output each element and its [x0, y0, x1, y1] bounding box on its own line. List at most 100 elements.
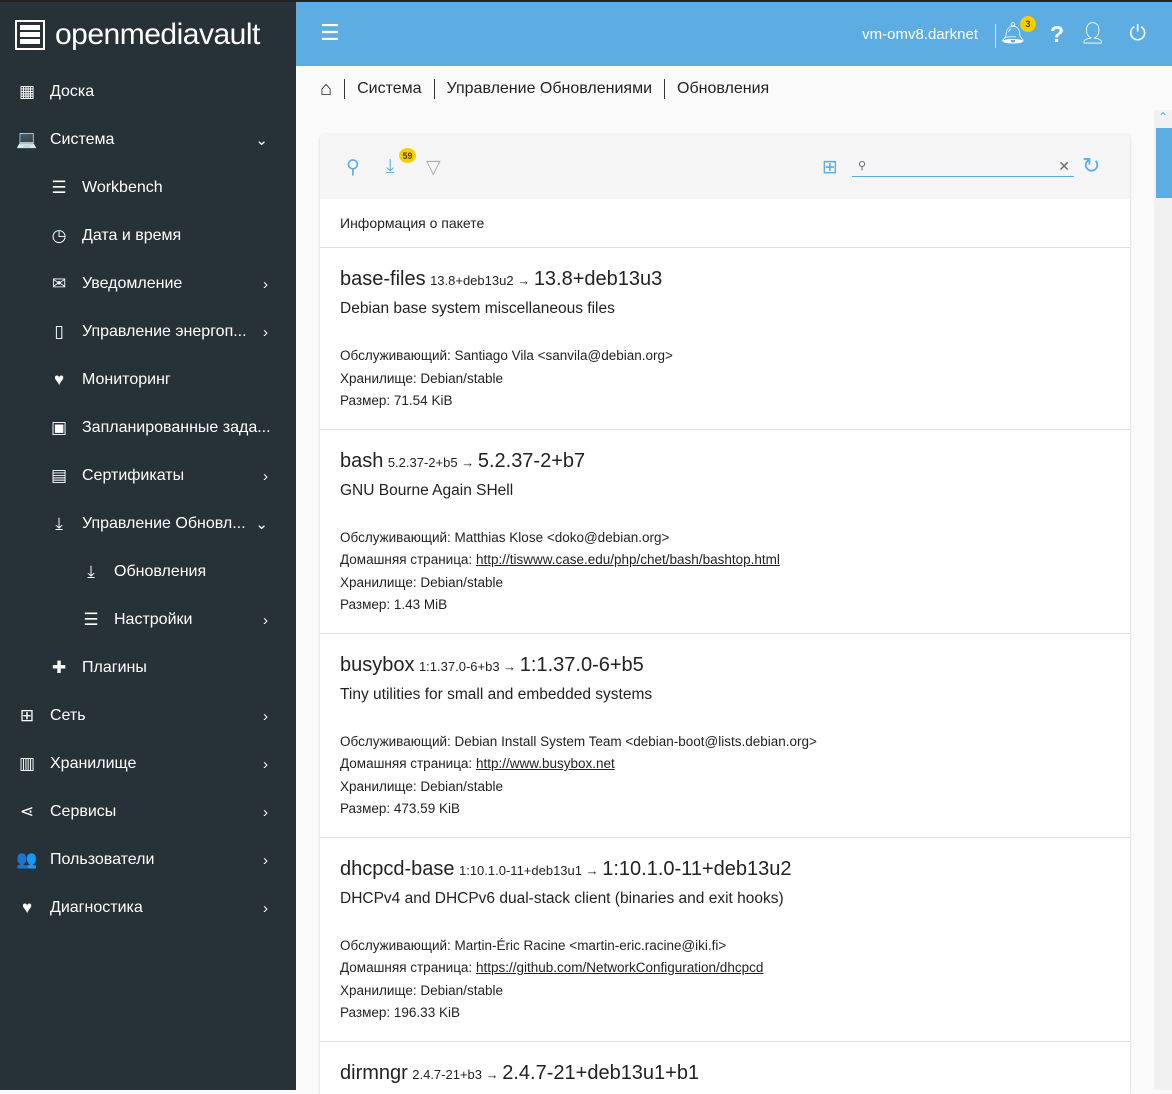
- sidebar-item[interactable]: ☰Настройки›: [0, 596, 296, 644]
- package-description: GNU Bourne Again SHell: [340, 482, 1110, 500]
- size-value: 1.43 MiB: [394, 597, 447, 612]
- homepage-link[interactable]: https://github.com/NetworkConfiguration/…: [476, 960, 763, 975]
- table-row: busybox 1:1.37.0-6+b3 → 1:1.37.0-6+b5 Tin…: [320, 634, 1130, 838]
- package-title: dhcpcd-base 1:10.1.0-11+deb13u1 → 1:10.1…: [340, 858, 1110, 881]
- repository-label: Хранилище:: [340, 371, 420, 386]
- maintainer-label: Обслуживающий:: [340, 938, 455, 953]
- laptop-icon: 💻: [16, 129, 38, 151]
- sidebar-item[interactable]: ▣ Запланированные зада...: [0, 404, 296, 452]
- chevron-right-icon: ›: [263, 756, 268, 773]
- old-version: 1:1.37.0-6+b3: [419, 659, 500, 674]
- home-icon[interactable]: ⌂: [320, 79, 344, 99]
- breadcrumb-item[interactable]: Система: [344, 79, 433, 99]
- sidebar-item[interactable]: ◷Дата и время: [0, 212, 296, 260]
- maintainer-row: Обслуживающий: Santiago Vila <sanvila@de…: [340, 345, 1110, 368]
- chevron-right-icon: ›: [263, 804, 268, 821]
- logo-text: openmediavault: [55, 18, 260, 52]
- homepage-link[interactable]: http://www.busybox.net: [476, 756, 615, 771]
- breadcrumb-item[interactable]: Управление Обновлениями: [434, 79, 664, 99]
- size-value: 71.54 KiB: [394, 393, 453, 408]
- size-row: Размер: 196.33 KiB: [340, 1002, 1110, 1025]
- breadcrumb: ⌂ Система Управление Обновлениями Обновл…: [320, 76, 781, 102]
- repository-row: Хранилище: Debian/stable: [340, 572, 1110, 595]
- maintainer-row: Обслуживающий: Debian Install System Tea…: [340, 731, 1110, 754]
- refresh-icon[interactable]: ↻: [1082, 153, 1100, 179]
- new-version: 2.4.7-21+deb13u1+b1: [502, 1062, 699, 1084]
- size-row: Размер: 71.54 KiB: [340, 390, 1110, 413]
- column-header[interactable]: Информация о пакете: [320, 199, 1130, 248]
- repository-row: Хранилище: Debian/stable: [340, 980, 1110, 1003]
- package-name: dirmngr: [340, 1062, 408, 1084]
- notification-badge: 3: [1020, 16, 1036, 32]
- sidebar-item[interactable]: ⤓Управление Обновл...⌄: [0, 500, 296, 548]
- mail-icon: ✉: [48, 273, 70, 295]
- maintainer-value: Martin-Éric Racine <martin-eric.racine@i…: [455, 938, 727, 953]
- maintainer-value: Matthias Klose <doko@debian.org>: [455, 530, 670, 545]
- search-input[interactable]: ⚲✕: [852, 156, 1074, 177]
- sidebar-item[interactable]: ♥Мониторинг: [0, 356, 296, 404]
- sidebar-item[interactable]: ✉Уведомление›: [0, 260, 296, 308]
- repository-label: Хранилище:: [340, 575, 420, 590]
- columns-icon[interactable]: ⊞: [822, 156, 838, 179]
- clear-icon[interactable]: ✕: [1058, 158, 1070, 175]
- package-name: busybox: [340, 654, 415, 676]
- package-meta: Обслуживающий: Martin-Éric Racine <marti…: [340, 935, 1110, 1025]
- filter-icon[interactable]: ▽: [426, 156, 441, 179]
- install-updates-icon[interactable]: ⤓: [386, 156, 394, 178]
- sidebar-item-label: Система: [50, 131, 114, 149]
- sidebar-item-label: Диагностика: [50, 899, 143, 917]
- sidebar-item-label: Пользователи: [50, 851, 154, 869]
- share-icon: ⋖: [16, 801, 38, 823]
- package-title: dirmngr 2.4.7-21+b3 → 2.4.7-21+deb13u1+b…: [340, 1062, 1110, 1085]
- homepage-link[interactable]: http://tiswww.case.edu/php/chet/bash/bas…: [476, 552, 780, 567]
- sidebar-item[interactable]: ▥ Хранилище ›: [0, 740, 296, 788]
- arrow-icon: →: [582, 863, 602, 878]
- arrow-icon: →: [514, 273, 534, 288]
- table-row: bash 5.2.37-2+b5 → 5.2.37-2+b7GNU Bourne…: [320, 430, 1130, 634]
- sidebar-item[interactable]: ☰Workbench: [0, 164, 296, 212]
- scrollbar-thumb[interactable]: [1156, 128, 1172, 198]
- sidebar-item[interactable]: ▤Сертификаты›: [0, 452, 296, 500]
- maintainer-value: Debian Install System Team <debian-boot@…: [455, 734, 817, 749]
- search-icon[interactable]: ⚲: [346, 156, 360, 179]
- arrow-icon: →: [500, 659, 520, 674]
- sidebar-item-label: Хранилище: [50, 755, 136, 773]
- help-icon[interactable]: ?: [1050, 21, 1064, 48]
- sidebar-item[interactable]: ▦Доска: [0, 68, 296, 116]
- sidebar-item-label: Запланированные зада...: [82, 419, 271, 437]
- calendar-clock-icon: ▣: [48, 417, 70, 439]
- sidebar-item[interactable]: ▯Управление энергоп...›: [0, 308, 296, 356]
- sidebar-item[interactable]: ✚Плагины: [0, 644, 296, 692]
- chevron-right-icon: ›: [263, 468, 268, 485]
- divider: [995, 24, 996, 48]
- new-version: 1:1.37.0-6+b5: [520, 654, 644, 676]
- storage-icon: ▥: [16, 753, 38, 775]
- package-title: busybox 1:1.37.0-6+b3 → 1:1.37.0-6+b5: [340, 654, 1110, 677]
- sidebar: openmediavault ▦Доска 💻 Система ⌄ ☰Workbench…: [0, 2, 296, 1090]
- sidebar-item[interactable]: 👥Пользователи›: [0, 836, 296, 884]
- package-name: bash: [340, 450, 383, 472]
- new-version: 13.8+deb13u3: [534, 268, 662, 290]
- sidebar-item[interactable]: ⋖ Сервисы ›: [0, 788, 296, 836]
- sidebar-item[interactable]: ⊞Сеть›: [0, 692, 296, 740]
- chevron-right-icon: ›: [263, 900, 268, 917]
- heart-pulse-icon: ♥: [16, 897, 38, 919]
- chevron-down-icon: ⌄: [255, 131, 268, 149]
- sidebar-item-label: Сервисы: [50, 803, 116, 821]
- repository-label: Хранилище:: [340, 779, 420, 794]
- scroll-up-icon[interactable]: ⌃: [1158, 110, 1168, 124]
- repository-row: Хранилище: Debian/stable: [340, 776, 1110, 799]
- menu-icon[interactable]: ☰: [320, 20, 340, 46]
- sidebar-item[interactable]: 💻 Система ⌄: [0, 116, 296, 164]
- top-bar: ☰ vm-omv8.darknet 🔔︎ 3 ? 👤︎ ⏻: [296, 2, 1172, 66]
- sidebar-item[interactable]: ⤓Обновления: [0, 548, 296, 596]
- user-icon[interactable]: 👤︎: [1079, 22, 1106, 46]
- power-icon[interactable]: ⏻: [1129, 22, 1146, 46]
- updates-table: ⚲ ⤓ 59 ▽ ⊞ ⚲✕ ↻ Информация о пакете base…: [320, 134, 1130, 1094]
- logo[interactable]: openmediavault: [0, 2, 296, 68]
- sidebar-item[interactable]: ♥ Диагностика ›: [0, 884, 296, 932]
- size-row: Размер: 1.43 MiB: [340, 594, 1110, 617]
- package-meta: Обслуживающий: Debian Install System Tea…: [340, 731, 1110, 821]
- scrollbar[interactable]: ⌃: [1154, 110, 1172, 1090]
- package-description: Tiny utilities for small and embedded sy…: [340, 686, 1110, 704]
